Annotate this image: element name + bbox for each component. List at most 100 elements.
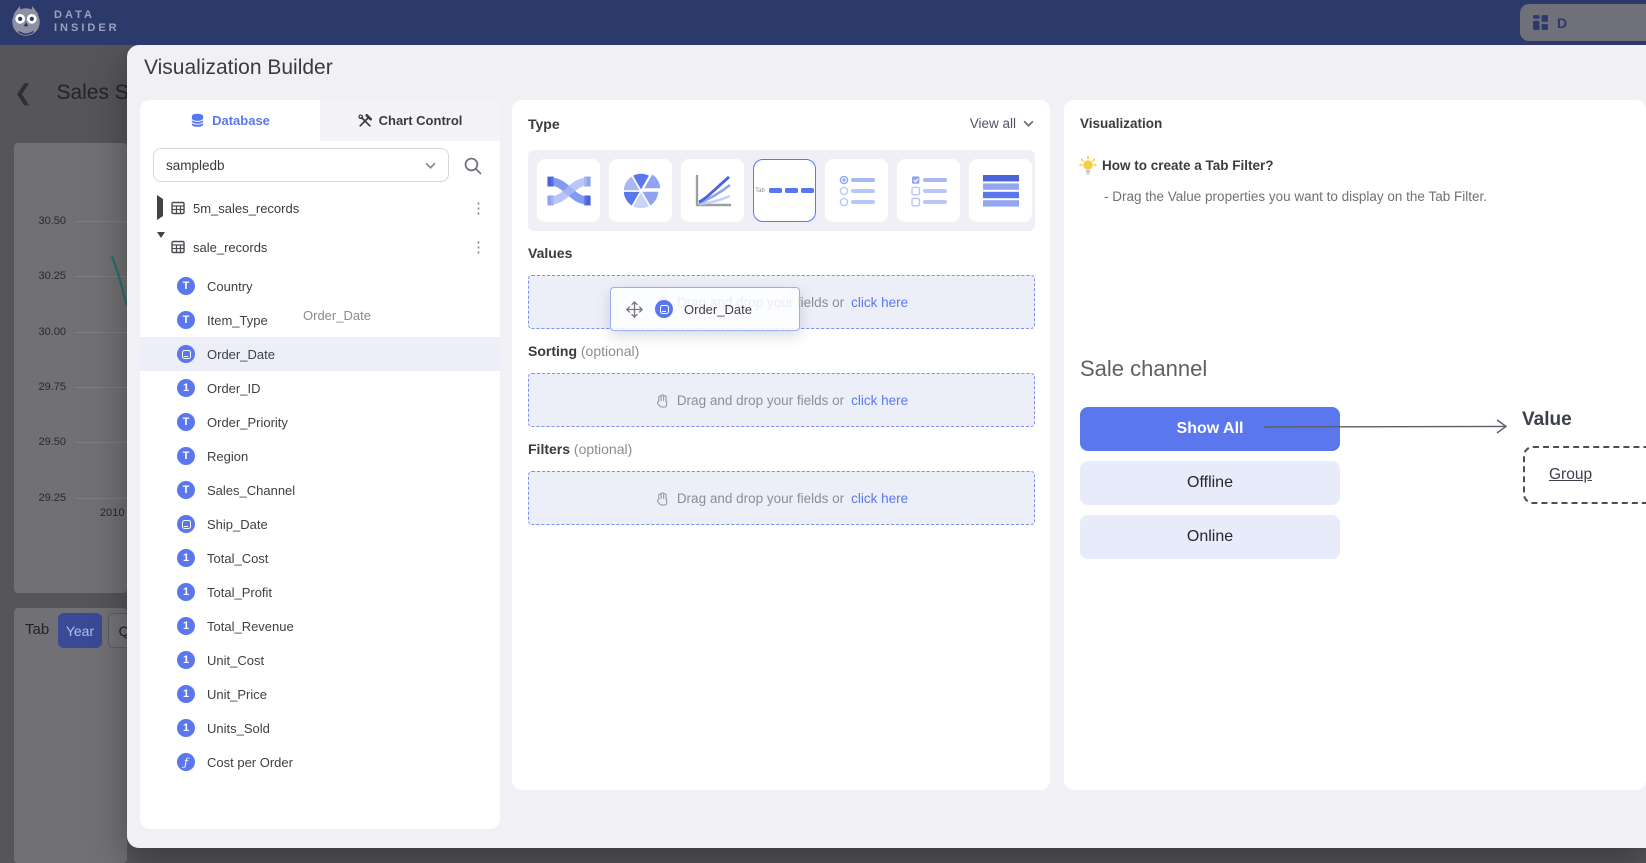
line-chart-icon bbox=[693, 173, 733, 209]
field-row[interactable]: 1 Total_Revenue bbox=[140, 609, 500, 643]
chart-type-pie[interactable] bbox=[609, 159, 672, 222]
drag-chip-label: Order_Date bbox=[684, 302, 752, 317]
background-page-header: ❮ Sales Sa bbox=[14, 80, 141, 106]
table-icon bbox=[171, 201, 185, 215]
number-field-icon: 1 bbox=[177, 583, 195, 601]
field-name: Order_Priority bbox=[207, 415, 288, 430]
number-field-icon: 1 bbox=[177, 685, 195, 703]
text-field-icon: T bbox=[177, 481, 195, 499]
back-chevron-icon[interactable]: ❮ bbox=[14, 80, 32, 106]
annotation-group-link[interactable]: Group bbox=[1549, 466, 1592, 484]
field-row[interactable]: T Sales_Channel bbox=[140, 473, 500, 507]
visualization-title: Visualization bbox=[1080, 116, 1162, 131]
field-row[interactable]: T Region bbox=[140, 439, 500, 473]
chart-type-checkbox-list[interactable] bbox=[897, 159, 960, 222]
search-icon bbox=[463, 156, 482, 175]
field-name: Total_Profit bbox=[207, 585, 272, 600]
owl-logo-icon bbox=[8, 4, 44, 40]
schema-tree: 5m_sales_records ⋮ sale_records ⋮ T Coun… bbox=[140, 191, 500, 779]
field-name: Ship_Date bbox=[207, 517, 268, 532]
field-name: Units_Sold bbox=[207, 721, 270, 736]
pie-chart-icon bbox=[621, 171, 661, 211]
year-tab-button[interactable]: Year bbox=[58, 613, 102, 648]
number-field-icon: 1 bbox=[177, 549, 195, 567]
field-row[interactable]: 1 Units_Sold bbox=[140, 711, 500, 745]
nav-button-label: D bbox=[1557, 15, 1567, 31]
type-section-label: Type bbox=[528, 116, 560, 132]
caret-right-icon[interactable] bbox=[157, 199, 171, 217]
radio-list-icon bbox=[837, 173, 877, 209]
field-name: Order_ID bbox=[207, 381, 260, 396]
field-name: Total_Cost bbox=[207, 551, 268, 566]
field-name: Unit_Price bbox=[207, 687, 267, 702]
date-field-icon bbox=[655, 300, 673, 318]
tab-database[interactable]: Database bbox=[140, 100, 320, 141]
field-row[interactable]: 1 Unit_Price bbox=[140, 677, 500, 711]
text-field-icon: T bbox=[177, 447, 195, 465]
field-row[interactable]: 1 Order_ID bbox=[140, 371, 500, 405]
tab-chart-control[interactable]: Chart Control bbox=[320, 100, 500, 141]
text-field-icon: T bbox=[177, 311, 195, 329]
table-row[interactable]: sale_records ⋮ bbox=[140, 230, 500, 264]
annotation-value-heading: Value bbox=[1522, 409, 1572, 431]
database-icon bbox=[190, 113, 205, 128]
view-all-dropdown[interactable]: View all bbox=[970, 116, 1034, 131]
field-row[interactable]: T Order_Priority bbox=[140, 405, 500, 439]
chart-type-radio-list[interactable] bbox=[825, 159, 888, 222]
kebab-menu-icon[interactable]: ⋮ bbox=[471, 199, 486, 217]
field-row[interactable]: ƒ Cost per Order bbox=[140, 745, 500, 779]
chart-type-table[interactable] bbox=[969, 159, 1032, 222]
field-name: Unit_Cost bbox=[207, 653, 264, 668]
chevron-down-icon bbox=[425, 162, 436, 169]
logo-text-line2: INSIDER bbox=[54, 22, 120, 35]
dropzone-click-here-link[interactable]: click here bbox=[851, 393, 908, 408]
table-name: sale_records bbox=[193, 240, 267, 255]
tip-body: - Drag the Value properties you want to … bbox=[1104, 189, 1487, 204]
dropzone-click-here-link[interactable]: click here bbox=[851, 295, 908, 310]
quarter-tab-button[interactable]: Qu bbox=[108, 613, 127, 648]
search-button[interactable] bbox=[463, 156, 482, 175]
kebab-menu-icon[interactable]: ⋮ bbox=[471, 238, 486, 256]
annotation-group-box[interactable]: Group bbox=[1523, 446, 1646, 504]
caret-down-icon[interactable] bbox=[157, 238, 171, 256]
field-name: Region bbox=[207, 449, 248, 464]
field-row[interactable]: 1 Total_Profit bbox=[140, 575, 500, 609]
background-footer-card: Tab Year Qu bbox=[14, 608, 127, 863]
tab-database-label: Database bbox=[212, 113, 270, 128]
text-field-icon: T bbox=[177, 277, 195, 295]
chart-type-line[interactable] bbox=[681, 159, 744, 222]
table-name: 5m_sales_records bbox=[193, 201, 299, 216]
sankey-icon bbox=[547, 173, 591, 209]
field-row[interactable]: T Country bbox=[140, 269, 500, 303]
app-logo[interactable]: DATA INSIDER bbox=[8, 4, 120, 40]
number-field-icon: 1 bbox=[177, 617, 195, 635]
filter-option-online[interactable]: Online bbox=[1080, 515, 1340, 559]
field-row[interactable]: Ship_Date bbox=[140, 507, 500, 541]
field-name: Country bbox=[207, 279, 253, 294]
date-field-icon bbox=[177, 345, 195, 363]
field-row-selected[interactable]: Order_Date bbox=[140, 337, 500, 371]
builder-panel: Type View all bbox=[512, 100, 1050, 790]
field-row[interactable]: 1 Total_Cost bbox=[140, 541, 500, 575]
number-field-icon: 1 bbox=[177, 651, 195, 669]
background-chart-card: 30.50 30.25 30.00 29.75 29.50 29.25 2010 bbox=[14, 143, 127, 593]
dashboard-view-button[interactable]: D bbox=[1520, 4, 1646, 41]
table-list-icon bbox=[981, 173, 1021, 209]
number-field-icon: 1 bbox=[177, 379, 195, 397]
table-icon bbox=[171, 240, 185, 254]
sorting-dropzone[interactable]: Drag and drop your fields or click here bbox=[528, 373, 1035, 427]
field-name: Cost per Order bbox=[207, 755, 293, 770]
field-name: Sales_Channel bbox=[207, 483, 295, 498]
chart-type-sankey[interactable] bbox=[537, 159, 600, 222]
tab-chart-control-label: Chart Control bbox=[379, 113, 463, 128]
datasource-select[interactable]: sampledb bbox=[153, 148, 449, 182]
checkbox-list-icon bbox=[909, 173, 949, 209]
chart-type-tab-filter-selected[interactable]: Tab bbox=[753, 159, 816, 222]
filter-option-offline[interactable]: Offline bbox=[1080, 461, 1340, 505]
filters-dropzone[interactable]: Drag and drop your fields or click here bbox=[528, 471, 1035, 525]
tools-icon bbox=[358, 114, 372, 128]
field-row[interactable]: 1 Unit_Cost bbox=[140, 643, 500, 677]
table-row[interactable]: 5m_sales_records ⋮ bbox=[140, 191, 500, 225]
dragging-field-chip[interactable]: Order_Date bbox=[610, 287, 800, 331]
dropzone-click-here-link[interactable]: click here bbox=[851, 491, 908, 506]
